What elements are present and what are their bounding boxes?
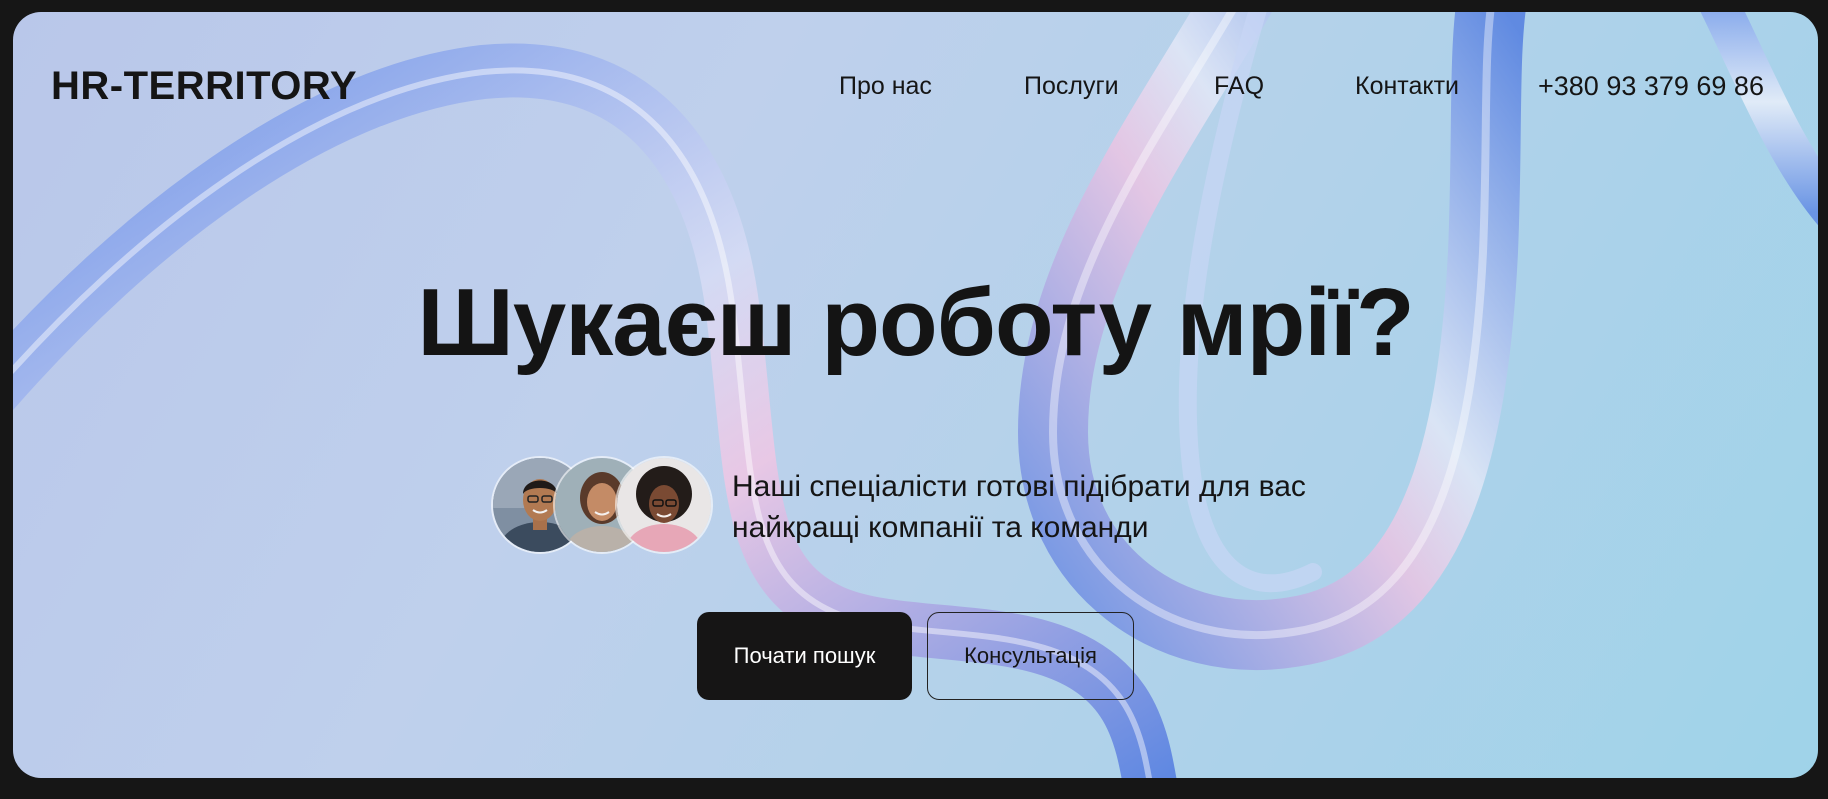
phone-link[interactable]: +380 93 379 69 86 (1538, 71, 1764, 102)
hero-title: Шукаєш роботу мрії? (417, 269, 1414, 376)
consultation-button[interactable]: Консультація (927, 612, 1134, 700)
site-logo[interactable]: HR-TERRITORY (51, 64, 357, 109)
start-search-button[interactable]: Почати пошук (697, 612, 912, 700)
avatar (615, 456, 713, 554)
nav-link-about[interactable]: Про нас (839, 72, 932, 101)
nav-link-services[interactable]: Послуги (1024, 72, 1119, 101)
hero-section: HR-TERRITORY Про нас Послуги FAQ Контакт… (13, 12, 1818, 778)
nav-link-contacts[interactable]: Контакти (1355, 72, 1459, 101)
hero-subtitle: Наші спеціалісти готові підібрати для ва… (732, 466, 1432, 548)
specialist-avatars (491, 456, 713, 554)
nav-link-faq[interactable]: FAQ (1214, 72, 1264, 101)
avatar-photo-icon (617, 458, 711, 552)
background-glass-ribbons (13, 12, 1818, 778)
hero-subtitle-line-1: Наші спеціалісти готові підібрати для ва… (732, 470, 1306, 503)
hero-subtitle-line-2: найкращі компанії та команди (732, 511, 1149, 544)
